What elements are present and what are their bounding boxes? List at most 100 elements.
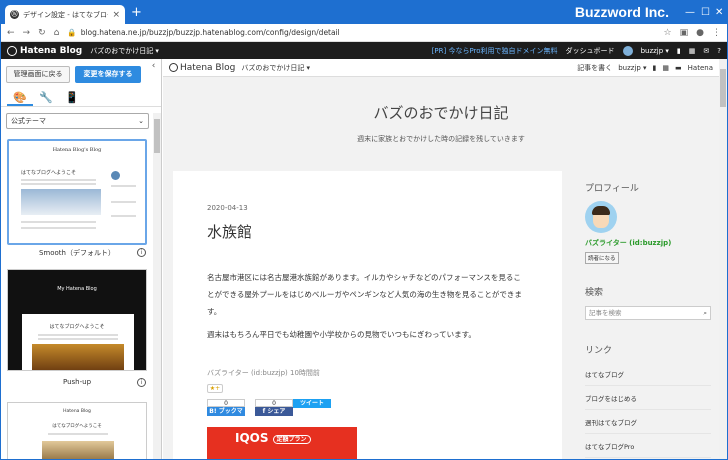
add-star-button[interactable]: ★+ xyxy=(207,384,223,393)
apps-icon[interactable]: ▦ xyxy=(662,64,669,72)
search-input[interactable]: 記事を検索 ⌕ xyxy=(585,306,711,320)
thumb-title: Hatena Blog xyxy=(63,409,91,414)
entry-title[interactable]: 水族館 xyxy=(207,221,252,242)
blog-menu[interactable]: バズのおでかけ日記 ▾ xyxy=(90,46,159,56)
thumb-heading: はてなブログへようこそ xyxy=(49,324,105,330)
hatena-header: Hatena Blog バズのおでかけ日記 ▾ [PR] 今ならPro利用で独自… xyxy=(1,42,727,59)
entry-body: 名古屋市港区には名古屋港水族館があります。イルカやシャチなどのパフォーマンスを見… xyxy=(207,269,527,343)
url-field[interactable]: 🔒 blog.hatena.ne.jp/buzzjp/buzzjp.hatenab… xyxy=(67,28,655,37)
notification-icon[interactable]: ✉ xyxy=(703,47,709,55)
sidebar-link[interactable]: ブログをはじめる xyxy=(585,393,711,410)
smartphone-icon[interactable]: 📱 xyxy=(59,89,85,106)
browser-window: ⓗ デザイン設定 - はてなブログ × + Buzzword Inc. — ☐ … xyxy=(0,0,728,460)
minimize-icon[interactable]: — xyxy=(685,7,695,18)
address-bar: ← → ↻ ⌂ 🔒 blog.hatena.ne.jp/buzzjp/buzzjp… xyxy=(1,24,727,42)
ad-badge: 定額プラン xyxy=(272,435,311,444)
entry-paragraph: 週末はもちろん平日でも幼稚園や小学校からの見物でいつもにぎわっています。 xyxy=(207,330,476,339)
new-tab-button[interactable]: + xyxy=(131,5,142,20)
subscribe-button[interactable]: 読者になる xyxy=(585,252,619,264)
close-tab-icon[interactable]: × xyxy=(112,10,120,20)
tweet-label: ツイート xyxy=(293,399,331,408)
preview-hatena-brand[interactable]: Hatena xyxy=(688,64,713,72)
tab-title: デザイン設定 - はてなブログ xyxy=(23,10,109,19)
profile-name[interactable]: バズライター (id:buzzjp) xyxy=(585,238,671,248)
hatena-logo-icon xyxy=(7,45,17,56)
design-editor-panel: 管理画面に戻る 変更を保存する ‹ 🎨 🔧 📱 公式テーマ ⌄ Hatena Bl… xyxy=(1,59,162,459)
theme-thumbnail-smooth[interactable]: Hatena Blog's Blog はてなブログへようこそ xyxy=(7,139,147,245)
sidebar-link[interactable]: はてなブログPro xyxy=(585,441,711,458)
save-changes-button[interactable]: 変更を保存する xyxy=(75,66,141,83)
theme-thumbnail-pushup[interactable]: My Hatena Blog はてなブログへようこそ xyxy=(7,269,147,371)
palette-icon[interactable]: 🎨 xyxy=(7,89,33,106)
wrench-icon[interactable]: 🔧 xyxy=(33,89,59,106)
profile-heading: プロフィール xyxy=(585,184,639,194)
menu-icon[interactable]: ⋮ xyxy=(712,28,721,38)
preview-user-menu[interactable]: buzzjp ▾ xyxy=(618,64,646,72)
bookmark-icon[interactable]: ▮ xyxy=(677,47,681,55)
hatena-logo[interactable]: Hatena Blog xyxy=(7,45,82,56)
preview-blog-menu[interactable]: バズのおでかけ日記 ▾ xyxy=(241,63,310,73)
preview-topbar: Hatena Blog バズのおでかけ日記 ▾ 記事を書く buzzjp ▾ ▮… xyxy=(163,59,719,77)
help-icon[interactable]: ? xyxy=(717,47,721,55)
bookmark-label: B! ブックマーク xyxy=(207,407,245,424)
theme-thumbnail-3[interactable]: Hatena Blog はてなブログへようこそ xyxy=(7,402,147,459)
facebook-share-button[interactable]: 0 f シェア xyxy=(255,399,293,417)
advertisement[interactable]: IQOS 定額プラン xyxy=(207,427,357,459)
collapse-panel-icon[interactable]: ‹ xyxy=(147,61,160,73)
url-text: blog.hatena.ne.jp/buzzjp/buzzjp.hatenabl… xyxy=(80,28,340,37)
brand-watermark: Buzzword Inc. xyxy=(574,4,669,20)
apps-icon[interactable]: ▦ xyxy=(689,47,696,55)
entry-paragraph: 名古屋市港区には名古屋港水族館があります。イルカやシャチなどのパフォーマンスを見… xyxy=(207,273,522,316)
search-heading: 検索 xyxy=(585,288,604,298)
thumb-heading: はてなブログへようこそ xyxy=(52,424,102,429)
avatar xyxy=(622,45,633,56)
panel-scrollbar[interactable] xyxy=(153,113,161,459)
extensions-icon[interactable]: ▣ xyxy=(680,28,689,38)
share-label: f シェア xyxy=(255,407,293,416)
theme-category-select[interactable]: 公式テーマ ⌄ xyxy=(6,113,149,129)
browser-tab[interactable]: ⓗ デザイン設定 - はてなブログ × xyxy=(5,5,125,24)
reload-icon[interactable]: ↻ xyxy=(38,28,46,38)
tweet-button[interactable]: ツイート xyxy=(293,399,331,408)
home-icon[interactable]: ⌂ xyxy=(54,28,60,38)
maximize-icon[interactable]: ☐ xyxy=(701,7,710,18)
blog-subtitle: 週末に家族とおでかけした時の記録を残していきます xyxy=(357,135,525,143)
entry-author[interactable]: バズライター (id:buzzjp) 10時間前 xyxy=(207,368,320,378)
promo-link[interactable]: [PR] 今ならPro利用で独自ドメイン無料 xyxy=(432,46,558,56)
lock-icon: 🔒 xyxy=(67,28,77,37)
close-window-icon[interactable]: ✕ xyxy=(715,7,723,18)
star-icon[interactable]: ☆ xyxy=(664,28,672,38)
blog-title[interactable]: バズのおでかけ日記 xyxy=(163,102,719,123)
comment-icon[interactable]: ▬ xyxy=(675,64,682,72)
ad-text: IQOS xyxy=(235,431,269,445)
info-icon[interactable]: i xyxy=(137,248,146,257)
entry-date[interactable]: 2020-04-13 xyxy=(207,204,248,212)
thumb-title: Hatena Blog's Blog xyxy=(52,147,102,153)
sidebar-link[interactable]: 週刊はてなブログ xyxy=(585,417,711,434)
links-heading: リンク xyxy=(585,346,613,356)
preview-scrollbar[interactable] xyxy=(719,59,727,459)
profile-avatar[interactable] xyxy=(585,201,617,233)
write-article-link[interactable]: 記事を書く xyxy=(577,63,612,73)
dashboard-link[interactable]: ダッシュボード xyxy=(566,46,615,56)
user-menu[interactable]: buzzjp ▾ xyxy=(641,47,669,55)
theme-label-pushup: Push-up xyxy=(62,378,92,386)
search-icon[interactable]: ⌕ xyxy=(703,307,707,319)
share-count: 0 xyxy=(255,399,293,407)
thumb-title: My Hatena Blog xyxy=(57,286,97,292)
bookmark-count: 0 xyxy=(207,399,245,407)
editor-tabs: 🎨 🔧 📱 xyxy=(1,87,161,107)
back-icon[interactable]: ← xyxy=(7,28,15,38)
bookmark-share-button[interactable]: 0 B! ブックマーク xyxy=(207,399,245,424)
sidebar-link[interactable]: はてなブログ xyxy=(585,369,711,386)
theme-label-smooth: Smooth（デフォルト） xyxy=(38,249,115,257)
bookmark-icon[interactable]: ▮ xyxy=(653,64,657,72)
hatena-logo-icon xyxy=(169,63,178,72)
preview-hatena-logo[interactable]: Hatena Blog xyxy=(169,63,235,73)
blog-preview: Hatena Blog バズのおでかけ日記 ▾ 記事を書く buzzjp ▾ ▮… xyxy=(163,59,719,459)
title-bar: ⓗ デザイン設定 - はてなブログ × + Buzzword Inc. — ☐ … xyxy=(1,1,727,24)
back-to-admin-button[interactable]: 管理画面に戻る xyxy=(6,66,70,83)
profile-icon[interactable]: ● xyxy=(696,28,704,38)
info-icon[interactable]: i xyxy=(137,378,146,387)
forward-icon[interactable]: → xyxy=(23,28,31,38)
